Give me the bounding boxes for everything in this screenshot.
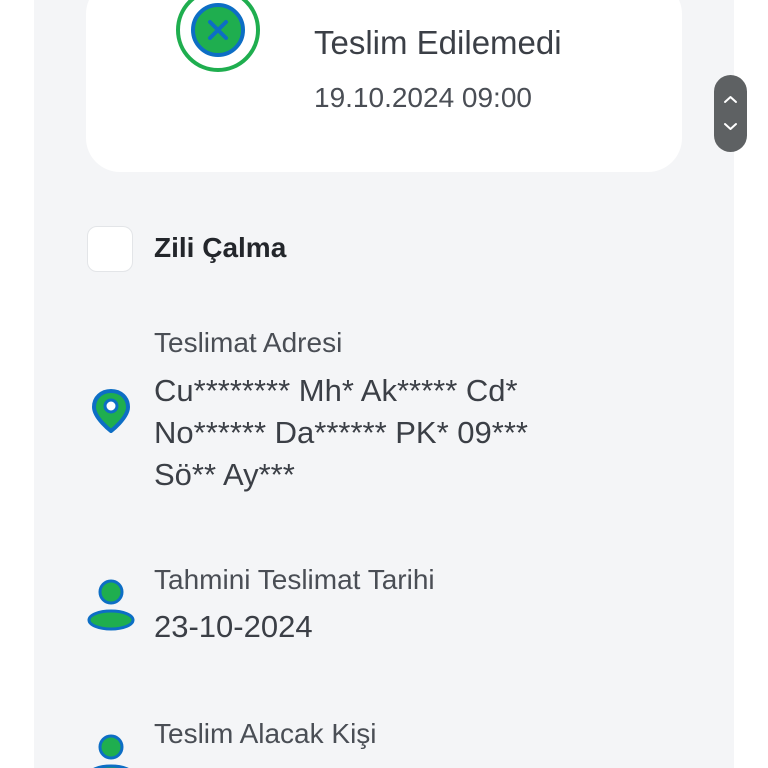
estimated-date-value: 23-10-2024: [154, 609, 313, 644]
status-title: Teslim Edilemedi: [314, 24, 562, 61]
no-doorbell-label[interactable]: Zili Çalma: [154, 232, 286, 264]
person-icon: [93, 734, 129, 768]
screen: Teslim Edilemedi 19.10.2024 09:00 Zili Ç…: [0, 0, 768, 768]
address-line-3: Sö** Ay***: [154, 457, 295, 492]
address-line-1: Cu******** Mh* Ak***** Cd*: [154, 373, 518, 408]
address-line-2: No****** Da****** PK* 09***: [154, 415, 528, 450]
recipient-label: Teslim Alacak Kişi: [154, 718, 377, 749]
no-doorbell-checkbox[interactable]: [87, 226, 133, 272]
person-icon: [87, 579, 135, 631]
status-datetime: 19.10.2024 09:00: [314, 82, 532, 113]
failed-x-icon: [176, 0, 260, 72]
fast-scroll-handle[interactable]: [714, 75, 747, 152]
location-pin-icon: [92, 389, 130, 433]
scroll-arrows-icon: [724, 96, 737, 130]
estimated-date-label: Tahmini Teslimat Tarihi: [154, 564, 435, 595]
address-label: Teslimat Adresi: [154, 327, 343, 358]
